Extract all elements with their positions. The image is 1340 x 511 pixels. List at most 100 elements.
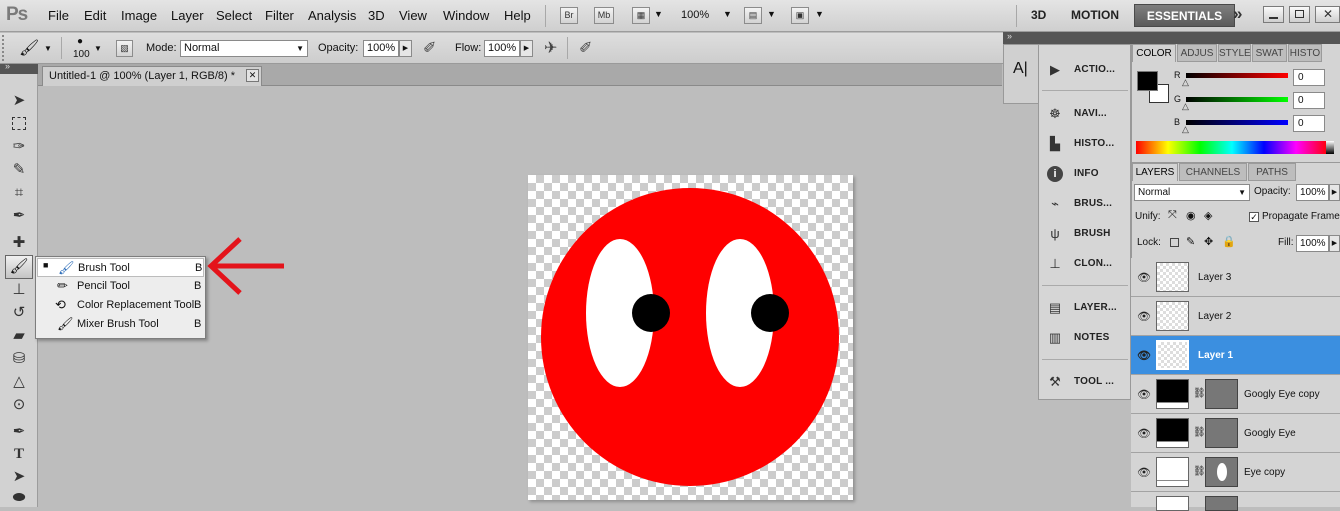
layer-row[interactable]: 👁 Layer 3 xyxy=(1131,258,1340,297)
workspace-essentials[interactable]: ESSENTIALS xyxy=(1134,4,1235,27)
move-tool-icon[interactable]: ➤ xyxy=(8,91,30,111)
eye-icon[interactable]: 👁 xyxy=(1137,427,1151,440)
zoom-dropdown-icon[interactable]: ▼ xyxy=(723,9,732,19)
layer-row[interactable]: 👁 ⛓ Googly Eye xyxy=(1131,414,1340,453)
panel-actions[interactable]: ▶ ACTIO... xyxy=(1044,57,1130,83)
menu-filter[interactable]: Filter xyxy=(265,8,294,23)
workspace-motion[interactable]: MOTION xyxy=(1071,8,1119,22)
brush-picker-dropdown-icon[interactable]: ▼ xyxy=(94,44,102,53)
menu-layer[interactable]: Layer xyxy=(171,8,204,23)
brush-size[interactable]: 100 xyxy=(73,49,90,60)
mode-select[interactable]: Normal ▼ xyxy=(180,40,308,57)
r-value[interactable]: 0 xyxy=(1293,69,1325,86)
b-value[interactable]: 0 xyxy=(1293,115,1325,132)
extras-dropdown-icon[interactable]: ▼ xyxy=(654,9,663,19)
marquee-tool-icon[interactable] xyxy=(8,114,30,134)
blend-mode-select[interactable]: Normal ▼ xyxy=(1134,184,1250,201)
unify-style-icon[interactable]: ◈ xyxy=(1204,209,1212,222)
panel-clone-source[interactable]: ⊥ CLON... xyxy=(1044,251,1130,277)
tab-history[interactable]: HISTO xyxy=(1288,44,1322,62)
menu-view[interactable]: View xyxy=(399,8,427,23)
character-icon[interactable]: A| xyxy=(1013,60,1028,78)
opacity-input[interactable]: 100% xyxy=(363,40,399,57)
g-value[interactable]: 0 xyxy=(1293,92,1325,109)
arrange-documents-icon[interactable]: ▤ xyxy=(744,7,762,24)
flow-input[interactable]: 100% xyxy=(484,40,520,57)
layer-opacity-arrow-icon[interactable]: ▶ xyxy=(1329,184,1340,201)
flyout-color-replacement-tool[interactable]: ⟲ Color Replacement Tool B xyxy=(37,296,204,315)
lock-transparent-icon[interactable] xyxy=(1170,238,1179,247)
eye-icon[interactable]: 👁 xyxy=(1137,388,1151,401)
tab-adjustments[interactable]: ADJUS xyxy=(1177,44,1217,62)
propagate-frame-checkbox[interactable]: ✓ xyxy=(1249,212,1259,222)
lock-position-icon[interactable]: ✥ xyxy=(1204,235,1213,248)
layer-row[interactable]: 👁 ⛓ Eye copy xyxy=(1131,453,1340,492)
foreground-color-swatch[interactable] xyxy=(1137,71,1158,91)
layer-mask-thumbnail[interactable] xyxy=(1205,457,1238,487)
document-tab[interactable]: Untitled-1 @ 100% (Layer 1, RGB/8) * xyxy=(42,66,262,86)
panel-tool-presets[interactable]: ⚒ TOOL ... xyxy=(1044,369,1130,395)
panel-navigator[interactable]: ☸ NAVI... xyxy=(1044,101,1130,127)
brush-panel-toggle-icon[interactable]: ▧ xyxy=(116,40,133,57)
layer-row-selected[interactable]: 👁 Layer 1 xyxy=(1131,336,1340,375)
collapse-dock-icon[interactable]: » xyxy=(1007,31,1012,41)
flyout-mixer-brush-tool[interactable]: 🖌 Mixer Brush Tool B xyxy=(37,315,204,334)
eye-icon[interactable]: 👁 xyxy=(1137,271,1151,284)
airbrush-icon[interactable]: ✈ xyxy=(544,38,557,58)
panel-dock-header[interactable] xyxy=(1003,32,1340,44)
black-white-ramp[interactable] xyxy=(1326,141,1334,154)
layer-mask-thumbnail[interactable] xyxy=(1205,379,1238,409)
layer-row[interactable]: 👁 ⛓ Googly Eye copy xyxy=(1131,375,1340,414)
menu-image[interactable]: Image xyxy=(121,8,157,23)
eyedropper-tool-icon[interactable]: ✒ xyxy=(8,206,30,226)
bridge-button[interactable]: Br xyxy=(560,7,578,24)
menu-window[interactable]: Window xyxy=(443,8,489,23)
color-spectrum-ramp[interactable] xyxy=(1136,141,1328,154)
layer-mask-thumbnail[interactable] xyxy=(1205,418,1238,448)
tools-panel-header[interactable]: » xyxy=(0,61,38,74)
flow-slider-arrow-icon[interactable]: ▶ xyxy=(520,40,533,57)
shape-tool-icon[interactable]: ⬬ xyxy=(8,488,30,508)
pen-tool-icon[interactable]: ✒ xyxy=(8,422,30,442)
g-slider-thumb-icon[interactable]: △ xyxy=(1182,101,1189,112)
r-slider[interactable] xyxy=(1186,73,1288,78)
tab-color[interactable]: COLOR xyxy=(1132,44,1176,62)
link-icon[interactable]: ⛓ xyxy=(1193,466,1206,477)
b-slider[interactable] xyxy=(1186,120,1288,125)
tool-preset-icon[interactable]: 🖌 xyxy=(19,38,39,58)
type-tool-icon[interactable]: T xyxy=(8,444,30,464)
unify-visibility-icon[interactable]: ◉ xyxy=(1186,209,1196,222)
lasso-tool-icon[interactable]: ✑ xyxy=(8,137,30,157)
opacity-slider-arrow-icon[interactable]: ▶ xyxy=(399,40,412,57)
crop-tool-icon[interactable]: ⌗ xyxy=(8,183,30,203)
close-document-icon[interactable]: ✕ xyxy=(246,69,259,82)
layer-row[interactable] xyxy=(1131,492,1340,511)
zoom-level[interactable]: 100% xyxy=(681,9,709,21)
healing-brush-tool-icon[interactable]: ✚ xyxy=(8,233,30,253)
blur-tool-icon[interactable]: △ xyxy=(8,372,30,392)
r-slider-thumb-icon[interactable]: △ xyxy=(1182,77,1189,88)
menu-file[interactable]: File xyxy=(48,8,69,23)
screen-mode-dropdown-icon[interactable]: ▼ xyxy=(815,9,824,19)
menu-select[interactable]: Select xyxy=(216,8,252,23)
b-slider-thumb-icon[interactable]: △ xyxy=(1182,124,1189,135)
arrange-dropdown-icon[interactable]: ▼ xyxy=(767,9,776,19)
eye-icon[interactable]: 👁 xyxy=(1137,310,1151,323)
link-icon[interactable]: ⛓ xyxy=(1193,427,1206,438)
panel-layer-comps[interactable]: ▤ LAYER... xyxy=(1044,295,1130,321)
flyout-pencil-tool[interactable]: ✏ Pencil Tool B xyxy=(37,277,204,296)
panel-notes[interactable]: ▥ NOTES xyxy=(1044,325,1130,351)
tablet-opacity-icon[interactable]: ✐ xyxy=(423,38,436,58)
eye-icon[interactable]: 👁 xyxy=(1137,466,1151,479)
flyout-brush-tool[interactable]: ■ 🖌 Brush Tool B xyxy=(37,258,204,277)
lock-image-icon[interactable]: ✎ xyxy=(1186,235,1195,248)
brush-tip-icon[interactable]: ● xyxy=(77,36,83,47)
workspace-3d[interactable]: 3D xyxy=(1031,8,1046,22)
document-canvas[interactable] xyxy=(528,175,853,500)
restore-icon[interactable] xyxy=(1289,6,1310,23)
dodge-tool-icon[interactable]: ⊙ xyxy=(8,395,30,415)
eraser-tool-icon[interactable]: ▰ xyxy=(8,326,30,346)
menu-edit[interactable]: Edit xyxy=(84,8,106,23)
more-workspaces-icon[interactable]: » xyxy=(1233,4,1242,24)
screen-mode-icon[interactable]: ▣ xyxy=(791,7,809,24)
